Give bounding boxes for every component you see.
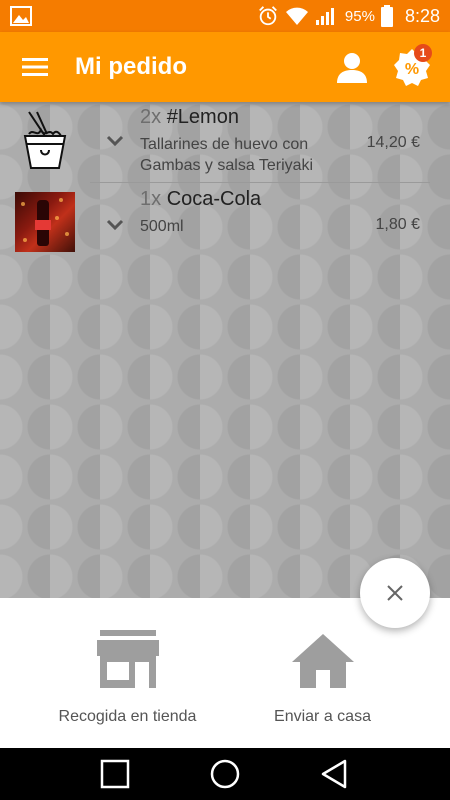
status-bar: 95% 8:28 [0,0,450,32]
pickup-option[interactable]: Recogida en tienda [15,598,240,748]
item-title: 1x Coca-Cola [140,188,261,211]
system-navigation-bar [0,748,450,800]
alarm-icon [259,6,277,26]
item-description: 500ml [140,216,184,237]
gallery-notification-icon [10,6,32,26]
app-bar: Mi pedido % 1 [0,32,450,102]
circle-home-icon [210,759,240,789]
item-quantity: 2x [140,106,162,128]
item-description-line: Gambas y salsa Teriyaki [140,157,314,174]
divider [90,182,430,183]
item-description: Tallarines de huevo con Gambas y salsa T… [140,134,313,176]
noodle-box-icon [15,110,75,170]
pickup-label: Recogida en tienda [58,708,197,725]
item-description-line: Tallarines de huevo con [140,136,309,153]
home-button[interactable] [200,749,250,799]
square-recents-icon [100,759,130,789]
item-quantity: 1x [140,188,162,210]
home-icon [291,634,354,688]
close-button[interactable] [360,558,430,628]
item-price: 1,80 € [375,216,420,233]
item-description-line: 500ml [140,218,184,235]
recents-button[interactable] [90,749,140,799]
order-list: 2x #Lemon Tallarines de huevo con Gambas… [0,102,450,598]
item-name: Coca-Cola [166,188,262,210]
profile-button[interactable] [322,32,382,102]
person-icon [337,53,367,83]
order-item[interactable]: 1x Coca-Cola 500ml 1,80 € [0,184,450,264]
coca-cola-photo [15,192,75,252]
close-icon [387,585,403,601]
signal-icon [315,8,334,25]
hamburger-menu-icon [22,58,48,76]
promo-count-badge: 1 [414,44,432,62]
item-title: 2x #Lemon [140,106,239,129]
order-item[interactable]: 2x #Lemon Tallarines de huevo con Gambas… [0,102,450,182]
chevron-down-icon[interactable] [104,130,126,152]
menu-button[interactable] [0,32,70,102]
promotions-button[interactable]: % 1 [382,32,442,102]
item-name: #Lemon [166,106,239,128]
chevron-down-icon[interactable] [104,214,126,236]
page-title: Mi pedido [75,53,187,80]
wifi-icon [285,7,308,25]
delivery-label: Enviar a casa [274,708,371,725]
svg-text:%: % [405,61,419,78]
store-icon [96,630,159,688]
battery-percentage: 95% [344,7,375,25]
item-price: 14,20 € [366,134,420,151]
battery-icon [380,5,393,27]
back-button[interactable] [310,749,360,799]
triangle-back-icon [321,759,347,789]
clock: 8:28 [404,5,440,26]
